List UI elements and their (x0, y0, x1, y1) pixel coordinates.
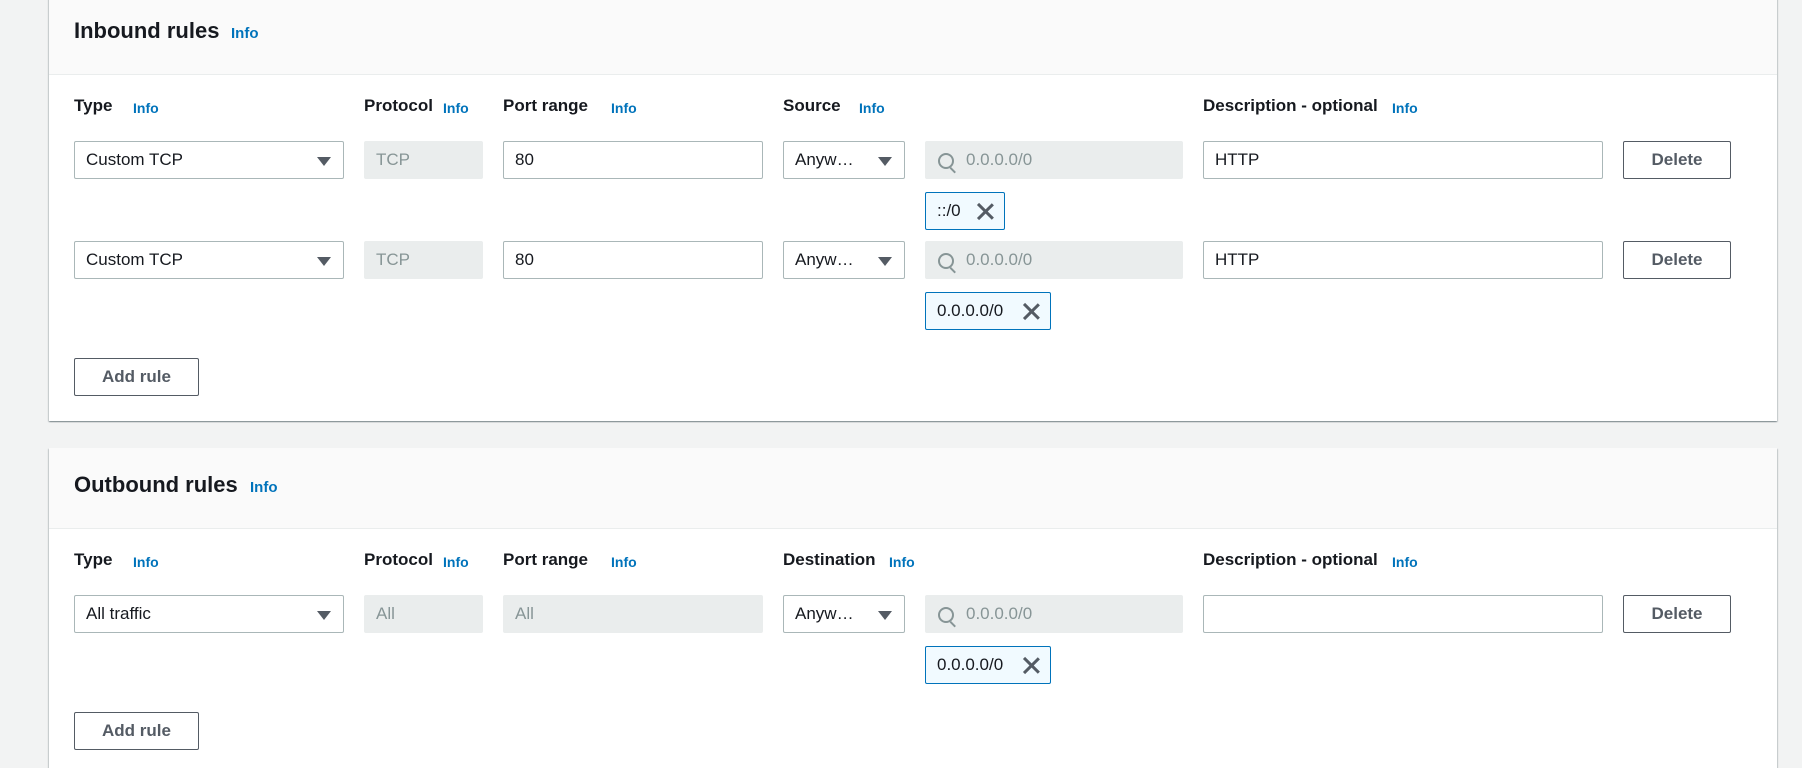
destination-value: Anyw… (795, 604, 854, 623)
description-input[interactable]: HTTP (1203, 241, 1603, 279)
description-value: HTTP (1215, 250, 1260, 269)
rule-type-value: Custom TCP (86, 250, 183, 269)
inbound-rules-title: Inbound rules (74, 18, 220, 43)
col-label-type: Type (74, 96, 113, 115)
cidr-search-input[interactable]: 0.0.0.0/0 (925, 241, 1183, 279)
rule-type-value: All traffic (86, 604, 151, 623)
protocol-field: TCP (364, 241, 483, 279)
port-range-field: All (503, 595, 763, 633)
cidr-search-input[interactable]: 0.0.0.0/0 (925, 141, 1183, 179)
cidr-token-label: 0.0.0.0/0 (937, 655, 1004, 674)
cidr-placeholder: 0.0.0.0/0 (966, 604, 1033, 623)
col-label-port-range: Port range (503, 96, 589, 115)
cidr-token-label: 0.0.0.0/0 (937, 301, 1004, 320)
delete-rule-button[interactable]: Delete (1623, 595, 1731, 633)
remove-token-icon[interactable] (976, 202, 994, 220)
col-label-description: Description - optional (1203, 96, 1378, 115)
outbound-rules-title: Outbound rules (74, 472, 238, 497)
protocol-field: TCP (364, 141, 483, 179)
col-label-port-range: Port range (503, 550, 589, 569)
rule-type-select[interactable]: All traffic (74, 595, 344, 633)
port-range-info-link[interactable]: Info (611, 100, 637, 116)
outbound-rules-info-link[interactable]: Info (250, 479, 278, 496)
port-range-input[interactable]: 80 (503, 241, 763, 279)
port-range-value: All (515, 604, 534, 623)
protocol-info-link[interactable]: Info (443, 554, 469, 570)
protocol-value: TCP (376, 250, 410, 269)
protocol-info-link[interactable]: Info (443, 100, 469, 116)
cidr-token: 0.0.0.0/0 (925, 646, 1051, 684)
description-input[interactable] (1203, 595, 1603, 633)
inbound-rules-header: Inbound rules Info (49, 0, 1777, 75)
inbound-rules-panel: Inbound rules Info Type Info Protocol In… (49, 0, 1777, 421)
col-label-description: Description - optional (1203, 550, 1378, 569)
search-icon (938, 607, 954, 623)
cidr-search-input[interactable]: 0.0.0.0/0 (925, 595, 1183, 633)
source-select[interactable]: Anyw… (783, 141, 905, 179)
caret-down-icon (317, 611, 331, 620)
cidr-token-label: ::/0 (937, 201, 961, 220)
type-info-link[interactable]: Info (133, 100, 159, 116)
outbound-rules-panel: Outbound rules Info Type Info Protocol I… (49, 448, 1777, 768)
protocol-field: All (364, 595, 483, 633)
cidr-token: ::/0 (925, 192, 1005, 230)
search-icon (938, 253, 954, 269)
add-rule-button[interactable]: Add rule (74, 712, 199, 750)
source-value: Anyw… (795, 250, 854, 269)
type-info-link[interactable]: Info (133, 554, 159, 570)
caret-down-icon (878, 157, 892, 166)
inbound-rules-info-link[interactable]: Info (231, 25, 259, 42)
cidr-token: 0.0.0.0/0 (925, 292, 1051, 330)
remove-token-icon[interactable] (1022, 302, 1040, 320)
port-range-info-link[interactable]: Info (611, 554, 637, 570)
description-value: HTTP (1215, 150, 1260, 169)
port-range-value: 80 (515, 250, 534, 269)
rule-type-select[interactable]: Custom TCP (74, 241, 344, 279)
col-label-protocol: Protocol (364, 550, 433, 569)
source-info-link[interactable]: Info (859, 100, 885, 116)
col-label-type: Type (74, 550, 113, 569)
cidr-placeholder: 0.0.0.0/0 (966, 150, 1033, 169)
protocol-value: TCP (376, 150, 410, 169)
destination-info-link[interactable]: Info (889, 554, 915, 570)
rule-type-value: Custom TCP (86, 150, 183, 169)
caret-down-icon (317, 157, 331, 166)
source-value: Anyw… (795, 150, 854, 169)
remove-token-icon[interactable] (1022, 656, 1040, 674)
outbound-rules-header: Outbound rules Info (49, 448, 1777, 529)
description-info-link[interactable]: Info (1392, 100, 1418, 116)
destination-select[interactable]: Anyw… (783, 595, 905, 633)
caret-down-icon (878, 257, 892, 266)
port-range-value: 80 (515, 150, 534, 169)
source-select[interactable]: Anyw… (783, 241, 905, 279)
caret-down-icon (878, 611, 892, 620)
description-info-link[interactable]: Info (1392, 554, 1418, 570)
delete-rule-button[interactable]: Delete (1623, 141, 1731, 179)
protocol-value: All (376, 604, 395, 623)
col-label-destination: Destination (783, 550, 876, 569)
search-icon (938, 153, 954, 169)
col-label-protocol: Protocol (364, 96, 433, 115)
delete-rule-button[interactable]: Delete (1623, 241, 1731, 279)
description-input[interactable]: HTTP (1203, 141, 1603, 179)
port-range-input[interactable]: 80 (503, 141, 763, 179)
cidr-placeholder: 0.0.0.0/0 (966, 250, 1033, 269)
col-label-source: Source (783, 96, 841, 115)
add-rule-button[interactable]: Add rule (74, 358, 199, 396)
caret-down-icon (317, 257, 331, 266)
rule-type-select[interactable]: Custom TCP (74, 141, 344, 179)
